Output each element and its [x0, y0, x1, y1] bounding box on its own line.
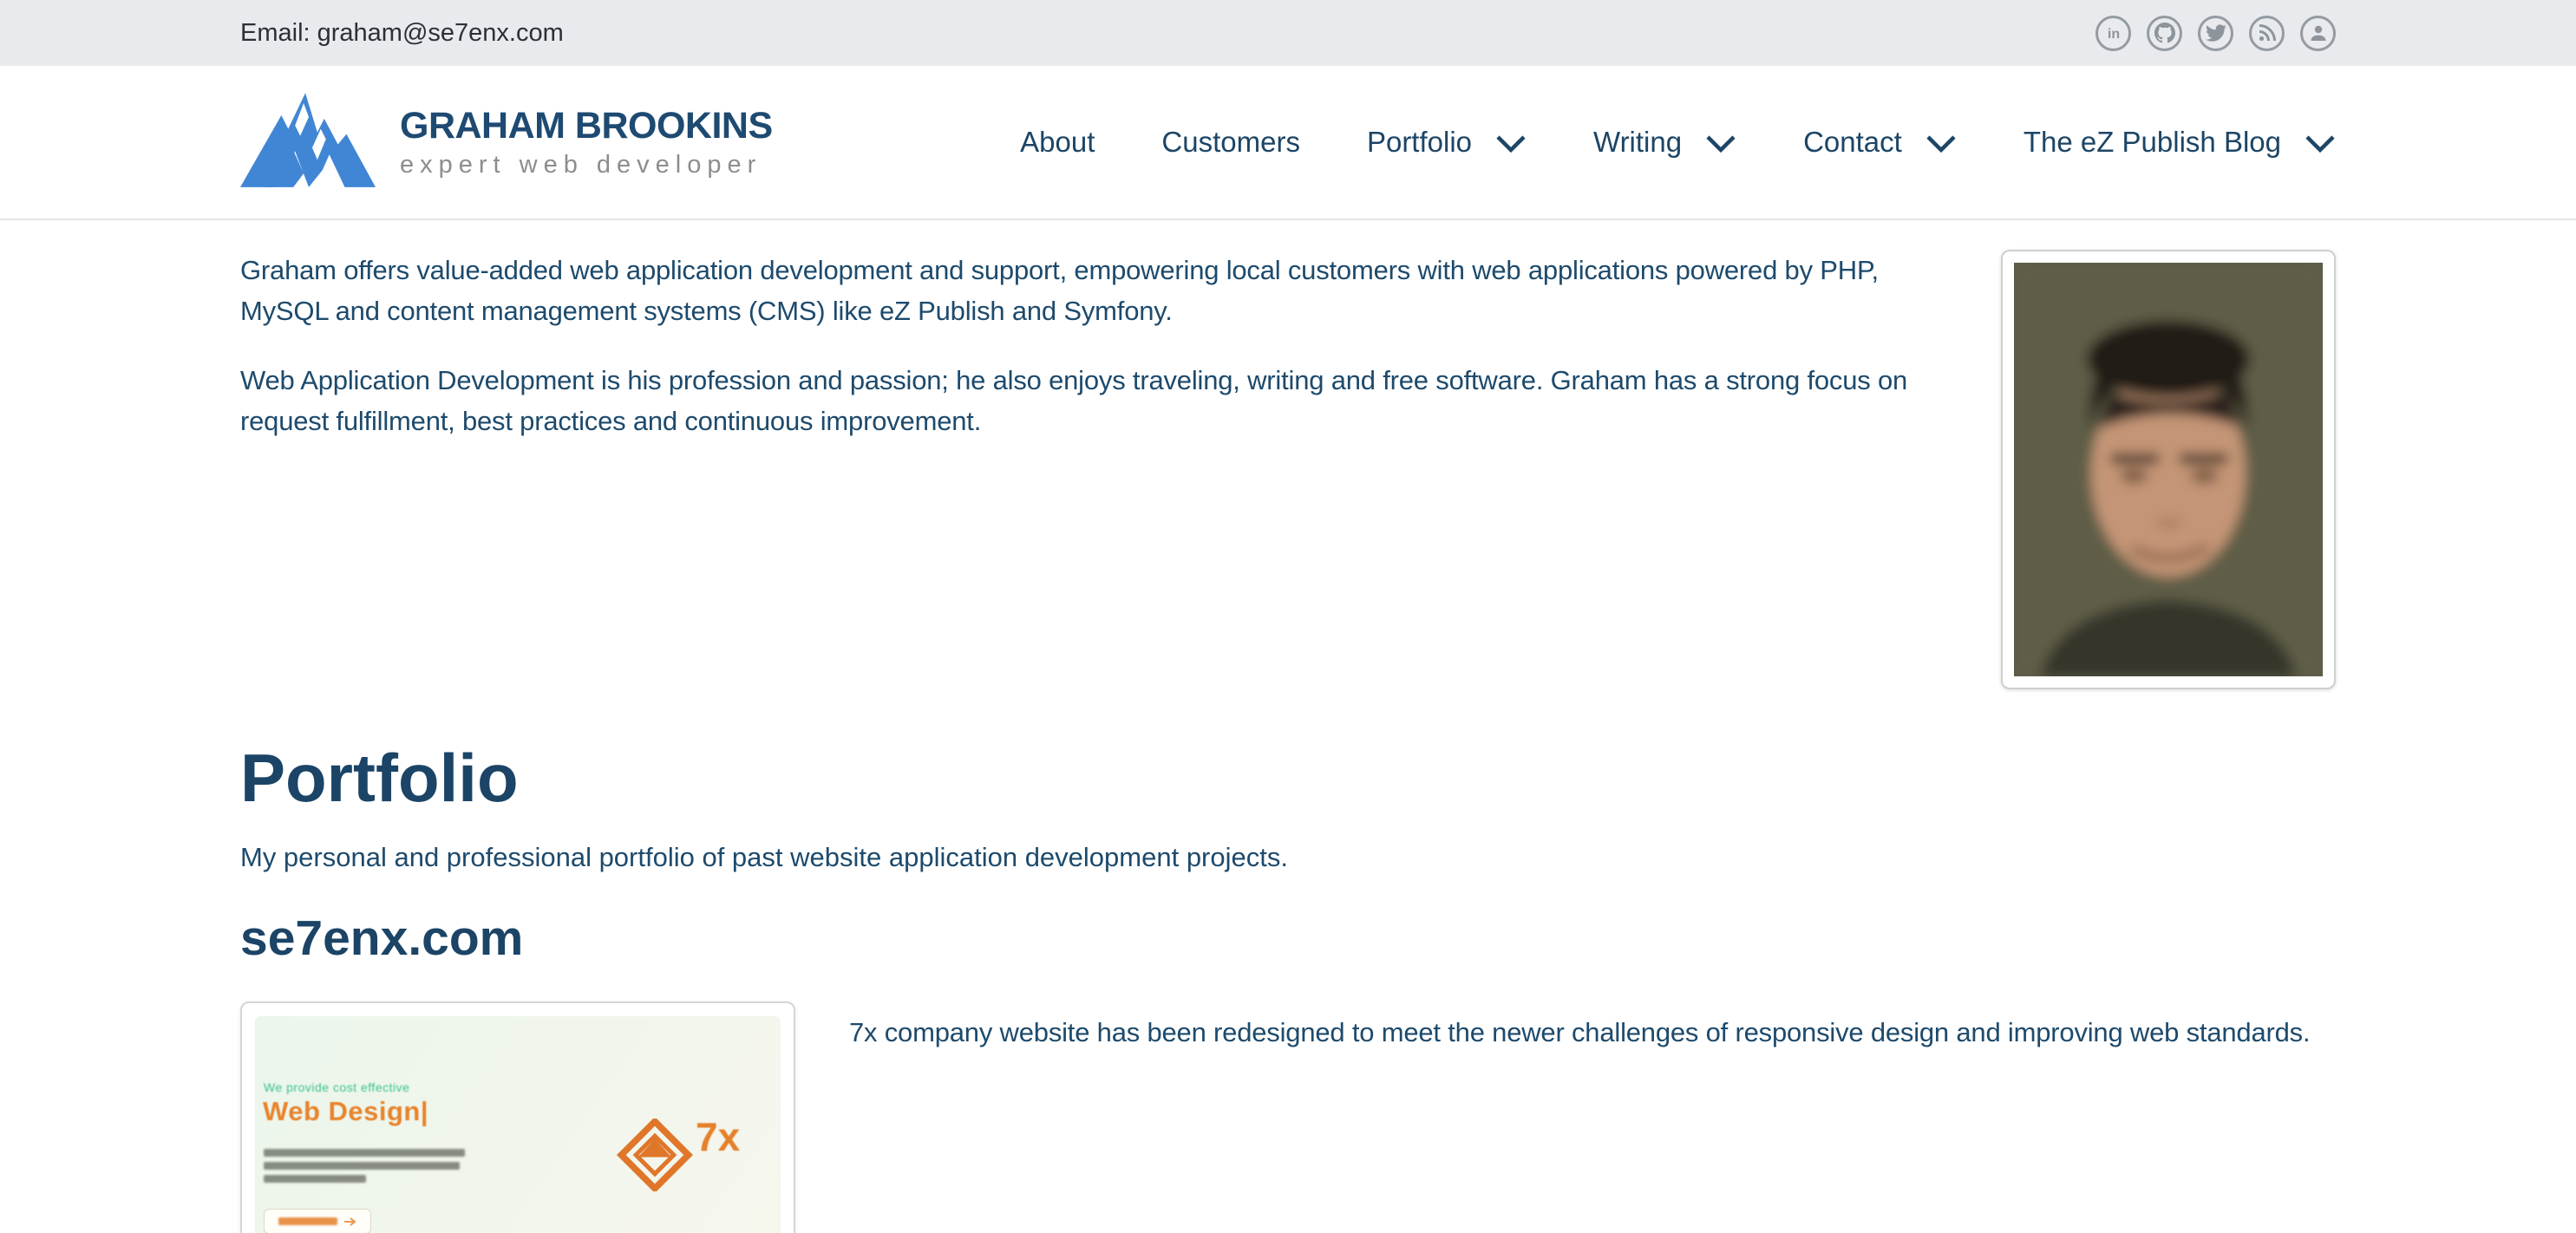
portfolio-section: Portfolio My personal and professional p… — [240, 739, 2336, 1233]
chevron-down-icon — [1495, 134, 1527, 153]
chevron-down-icon — [1925, 134, 1957, 153]
nav-label: Writing — [1593, 126, 1682, 159]
thumb-brand-text: 7x — [696, 1113, 740, 1160]
topbar: Email: graham@se7enx.com in — [0, 0, 2576, 66]
project-thumbnail-link[interactable]: We provide cost effective Web Design| — [240, 1001, 795, 1233]
linkedin-icon[interactable]: in — [2095, 16, 2131, 51]
blurred-text-line — [264, 1175, 366, 1183]
email-text: Email: graham@se7enx.com — [240, 19, 564, 48]
thumb-tagline: We provide cost effective — [264, 1080, 409, 1094]
chevron-down-icon — [2305, 134, 2336, 153]
portfolio-subheading: My personal and professional portfolio o… — [240, 842, 2336, 873]
blurred-text-line — [264, 1162, 460, 1170]
nav-item-customers[interactable]: Customers — [1161, 126, 1300, 159]
blurred-button-label — [278, 1217, 337, 1225]
nav-label: Contact — [1803, 126, 1902, 159]
project-thumbnail: We provide cost effective Web Design| — [255, 1016, 781, 1233]
twitter-icon[interactable] — [2198, 16, 2233, 51]
svg-text:in: in — [2107, 27, 2119, 42]
logo-subtitle: expert web developer — [400, 151, 773, 179]
nav-label: Portfolio — [1367, 126, 1472, 159]
portfolio-heading: Portfolio — [240, 739, 2336, 818]
main-nav: About Customers Portfolio Writing Contac… — [1020, 126, 2336, 159]
site-header: GRAHAM BROOKINS expert web developer Abo… — [0, 66, 2576, 220]
logo-link[interactable]: GRAHAM BROOKINS expert web developer — [240, 89, 773, 196]
project-description: 7x company website has been redesigned t… — [849, 1012, 2336, 1053]
chevron-down-icon — [1705, 134, 1736, 153]
github-icon[interactable] — [2147, 16, 2182, 51]
nav-item-ez-publish-blog[interactable]: The eZ Publish Blog — [2024, 126, 2336, 159]
nav-item-contact[interactable]: Contact — [1803, 126, 1957, 159]
user-icon[interactable] — [2300, 16, 2336, 51]
mountain-logo-icon — [240, 89, 377, 196]
project-row: We provide cost effective Web Design| — [240, 1001, 2336, 1233]
project-name-heading: se7enx.com — [240, 910, 2336, 967]
thumb-heading: Web Design| — [263, 1096, 428, 1127]
logo-title: GRAHAM BROOKINS — [400, 105, 773, 147]
intro-paragraph-2: Web Application Development is his profe… — [240, 360, 1923, 441]
thumb-cta-button — [264, 1209, 371, 1233]
7x-diamond-logo — [617, 1119, 693, 1191]
intro-paragraph-1: Graham offers value-added web applicatio… — [240, 250, 1923, 331]
nav-label: Customers — [1161, 126, 1300, 159]
rss-icon[interactable] — [2249, 16, 2285, 51]
social-links: in — [2095, 16, 2336, 51]
blurred-text-line — [264, 1149, 465, 1157]
arrow-right-icon — [344, 1217, 356, 1226]
intro-text: Graham offers value-added web applicatio… — [240, 250, 1923, 470]
nav-label: The eZ Publish Blog — [2024, 126, 2281, 159]
nav-label: About — [1020, 126, 1095, 159]
portrait-photo — [2001, 250, 2336, 689]
nav-item-portfolio[interactable]: Portfolio — [1367, 126, 1527, 159]
nav-item-writing[interactable]: Writing — [1593, 126, 1736, 159]
intro-section: Graham offers value-added web applicatio… — [0, 250, 2576, 689]
nav-item-about[interactable]: About — [1020, 126, 1095, 159]
